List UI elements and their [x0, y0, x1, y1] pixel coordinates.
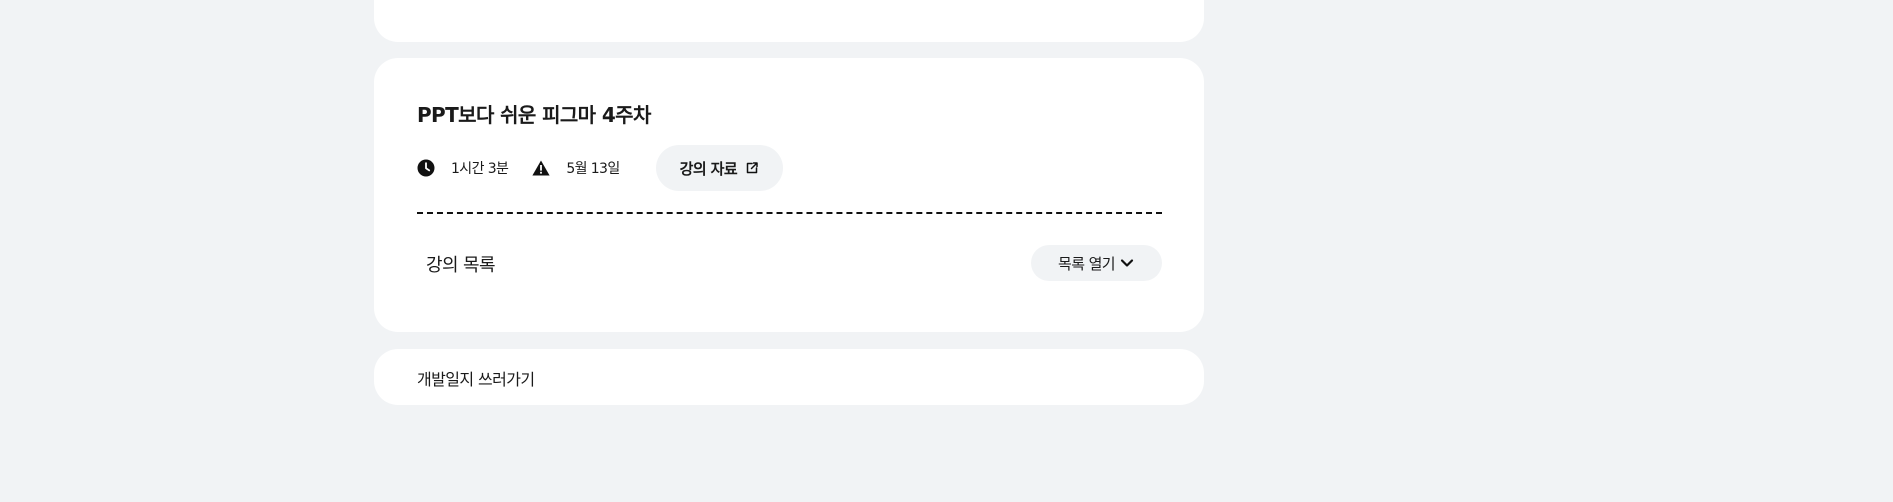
- clock-icon: [417, 159, 435, 177]
- lecture-meta: 1시간 3분 5월 13일 강의 자료: [417, 145, 784, 191]
- lecture-card: PPT보다 쉬운 피그마 4주차 1시간 3분 5월 13일 강의 자료 강의 …: [374, 58, 1204, 332]
- lecture-duration: 1시간 3분: [451, 161, 509, 177]
- lecture-materials-label: 강의 자료: [679, 159, 738, 178]
- external-link-icon: [745, 161, 759, 175]
- open-list-label: 목록 열기: [1058, 254, 1116, 273]
- write-devlog-link[interactable]: 개발일지 쓰러가기: [417, 366, 535, 390]
- chevron-down-icon: [1119, 255, 1135, 271]
- lecture-materials-button[interactable]: 강의 자료: [655, 145, 784, 191]
- dashed-divider: [417, 212, 1162, 214]
- previous-lecture-card: [374, 0, 1204, 42]
- lecture-date: 5월 13일: [566, 161, 620, 177]
- devlog-card[interactable]: 개발일지 쓰러가기: [374, 349, 1204, 405]
- open-list-button[interactable]: 목록 열기: [1031, 245, 1162, 281]
- lecture-title: PPT보다 쉬운 피그마 4주차: [417, 103, 651, 127]
- lecture-list-heading: 강의 목록: [426, 255, 496, 276]
- warning-icon: [532, 159, 550, 177]
